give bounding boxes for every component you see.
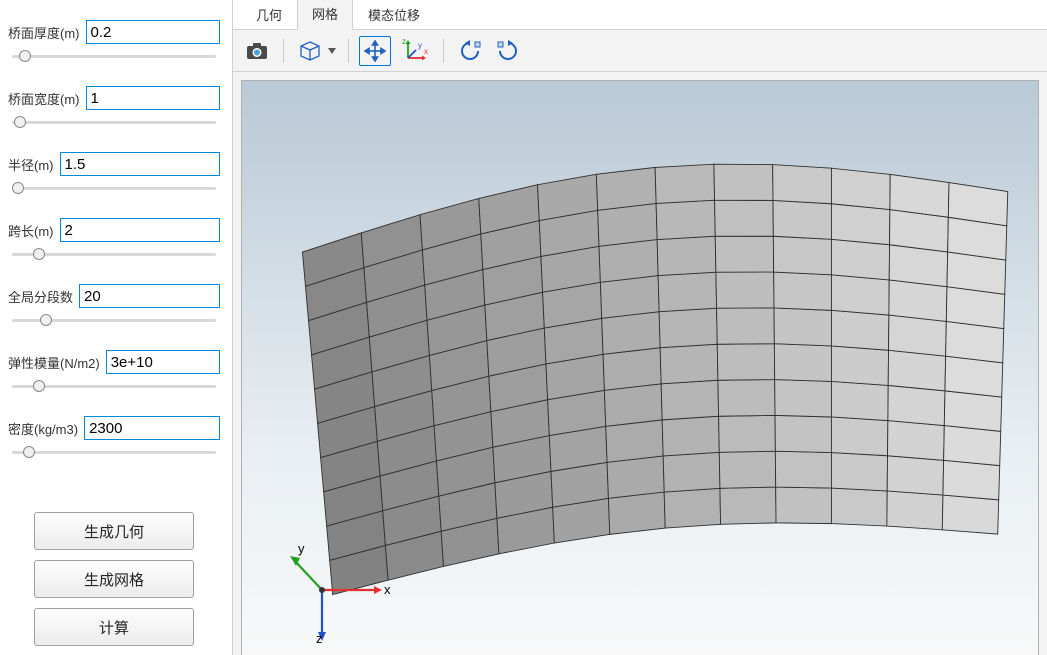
span-slider[interactable] [8,248,220,266]
viewport-toolbar: z y x [233,30,1047,72]
modulus-input[interactable] [106,350,220,374]
chevron-down-icon [328,48,336,54]
radius-slider[interactable] [8,182,220,200]
toolbar-separator [283,39,284,63]
svg-text:y: y [418,41,422,50]
toolbar-separator [443,39,444,63]
density-label: 密度(kg/m3) [8,419,78,438]
compute-button[interactable]: 计算 [34,608,194,646]
density-slider[interactable] [8,446,220,464]
rotate-ccw-button[interactable] [454,36,486,66]
model-canvas[interactable]: x y z [241,80,1039,655]
parameter-panel: 桥面厚度(m) 桥面宽度(m) 半径(m) 跨长(m) 全局分段数 弹性模量(N… [0,0,232,655]
rotate-ccw-icon [458,40,482,62]
segments-slider[interactable] [8,314,220,332]
density-input[interactable] [84,416,220,440]
segments-input[interactable] [79,284,220,308]
span-input[interactable] [60,218,221,242]
axis-x-label: x [384,582,391,597]
view-cube-button[interactable] [294,36,326,66]
segments-label: 全局分段数 [8,287,73,306]
viewport[interactable]: x y z [233,72,1047,655]
radius-input[interactable] [60,152,221,176]
radius-label: 半径(m) [8,155,54,174]
axes-button[interactable]: z y x [397,36,433,66]
view-cube-dropdown[interactable] [326,36,338,66]
thickness-label: 桥面厚度(m) [8,23,80,42]
move-button[interactable] [359,36,391,66]
build-geometry-button[interactable]: 生成几何 [34,512,194,550]
tab-modal-displacement[interactable]: 模态位移 [353,0,435,30]
toolbar-separator [348,39,349,63]
svg-text:z: z [402,38,406,46]
xyz-axes-icon: z y x [400,38,430,64]
screenshot-button[interactable] [241,36,273,66]
cube-icon [299,40,321,62]
width-label: 桥面宽度(m) [8,89,80,108]
width-slider[interactable] [8,116,220,134]
thickness-slider[interactable] [8,50,220,68]
svg-text:x: x [424,47,428,56]
camera-icon [246,42,268,60]
modulus-label: 弹性模量(N/m2) [8,353,100,372]
tab-mesh[interactable]: 网格 [297,0,353,30]
tab-geometry[interactable]: 几何 [241,0,297,30]
thickness-input[interactable] [86,20,221,44]
span-label: 跨长(m) [8,221,54,240]
rotate-cw-button[interactable] [492,36,524,66]
build-mesh-button[interactable]: 生成网格 [34,560,194,598]
tab-strip: 几何 网格 模态位移 [233,0,1047,30]
width-input[interactable] [86,86,221,110]
modulus-slider[interactable] [8,380,220,398]
move-arrows-icon [364,40,386,62]
axis-triad: x y z [282,535,392,645]
rotate-cw-icon [496,40,520,62]
axis-y-label: y [298,541,305,556]
axis-z-label: z [316,631,323,645]
